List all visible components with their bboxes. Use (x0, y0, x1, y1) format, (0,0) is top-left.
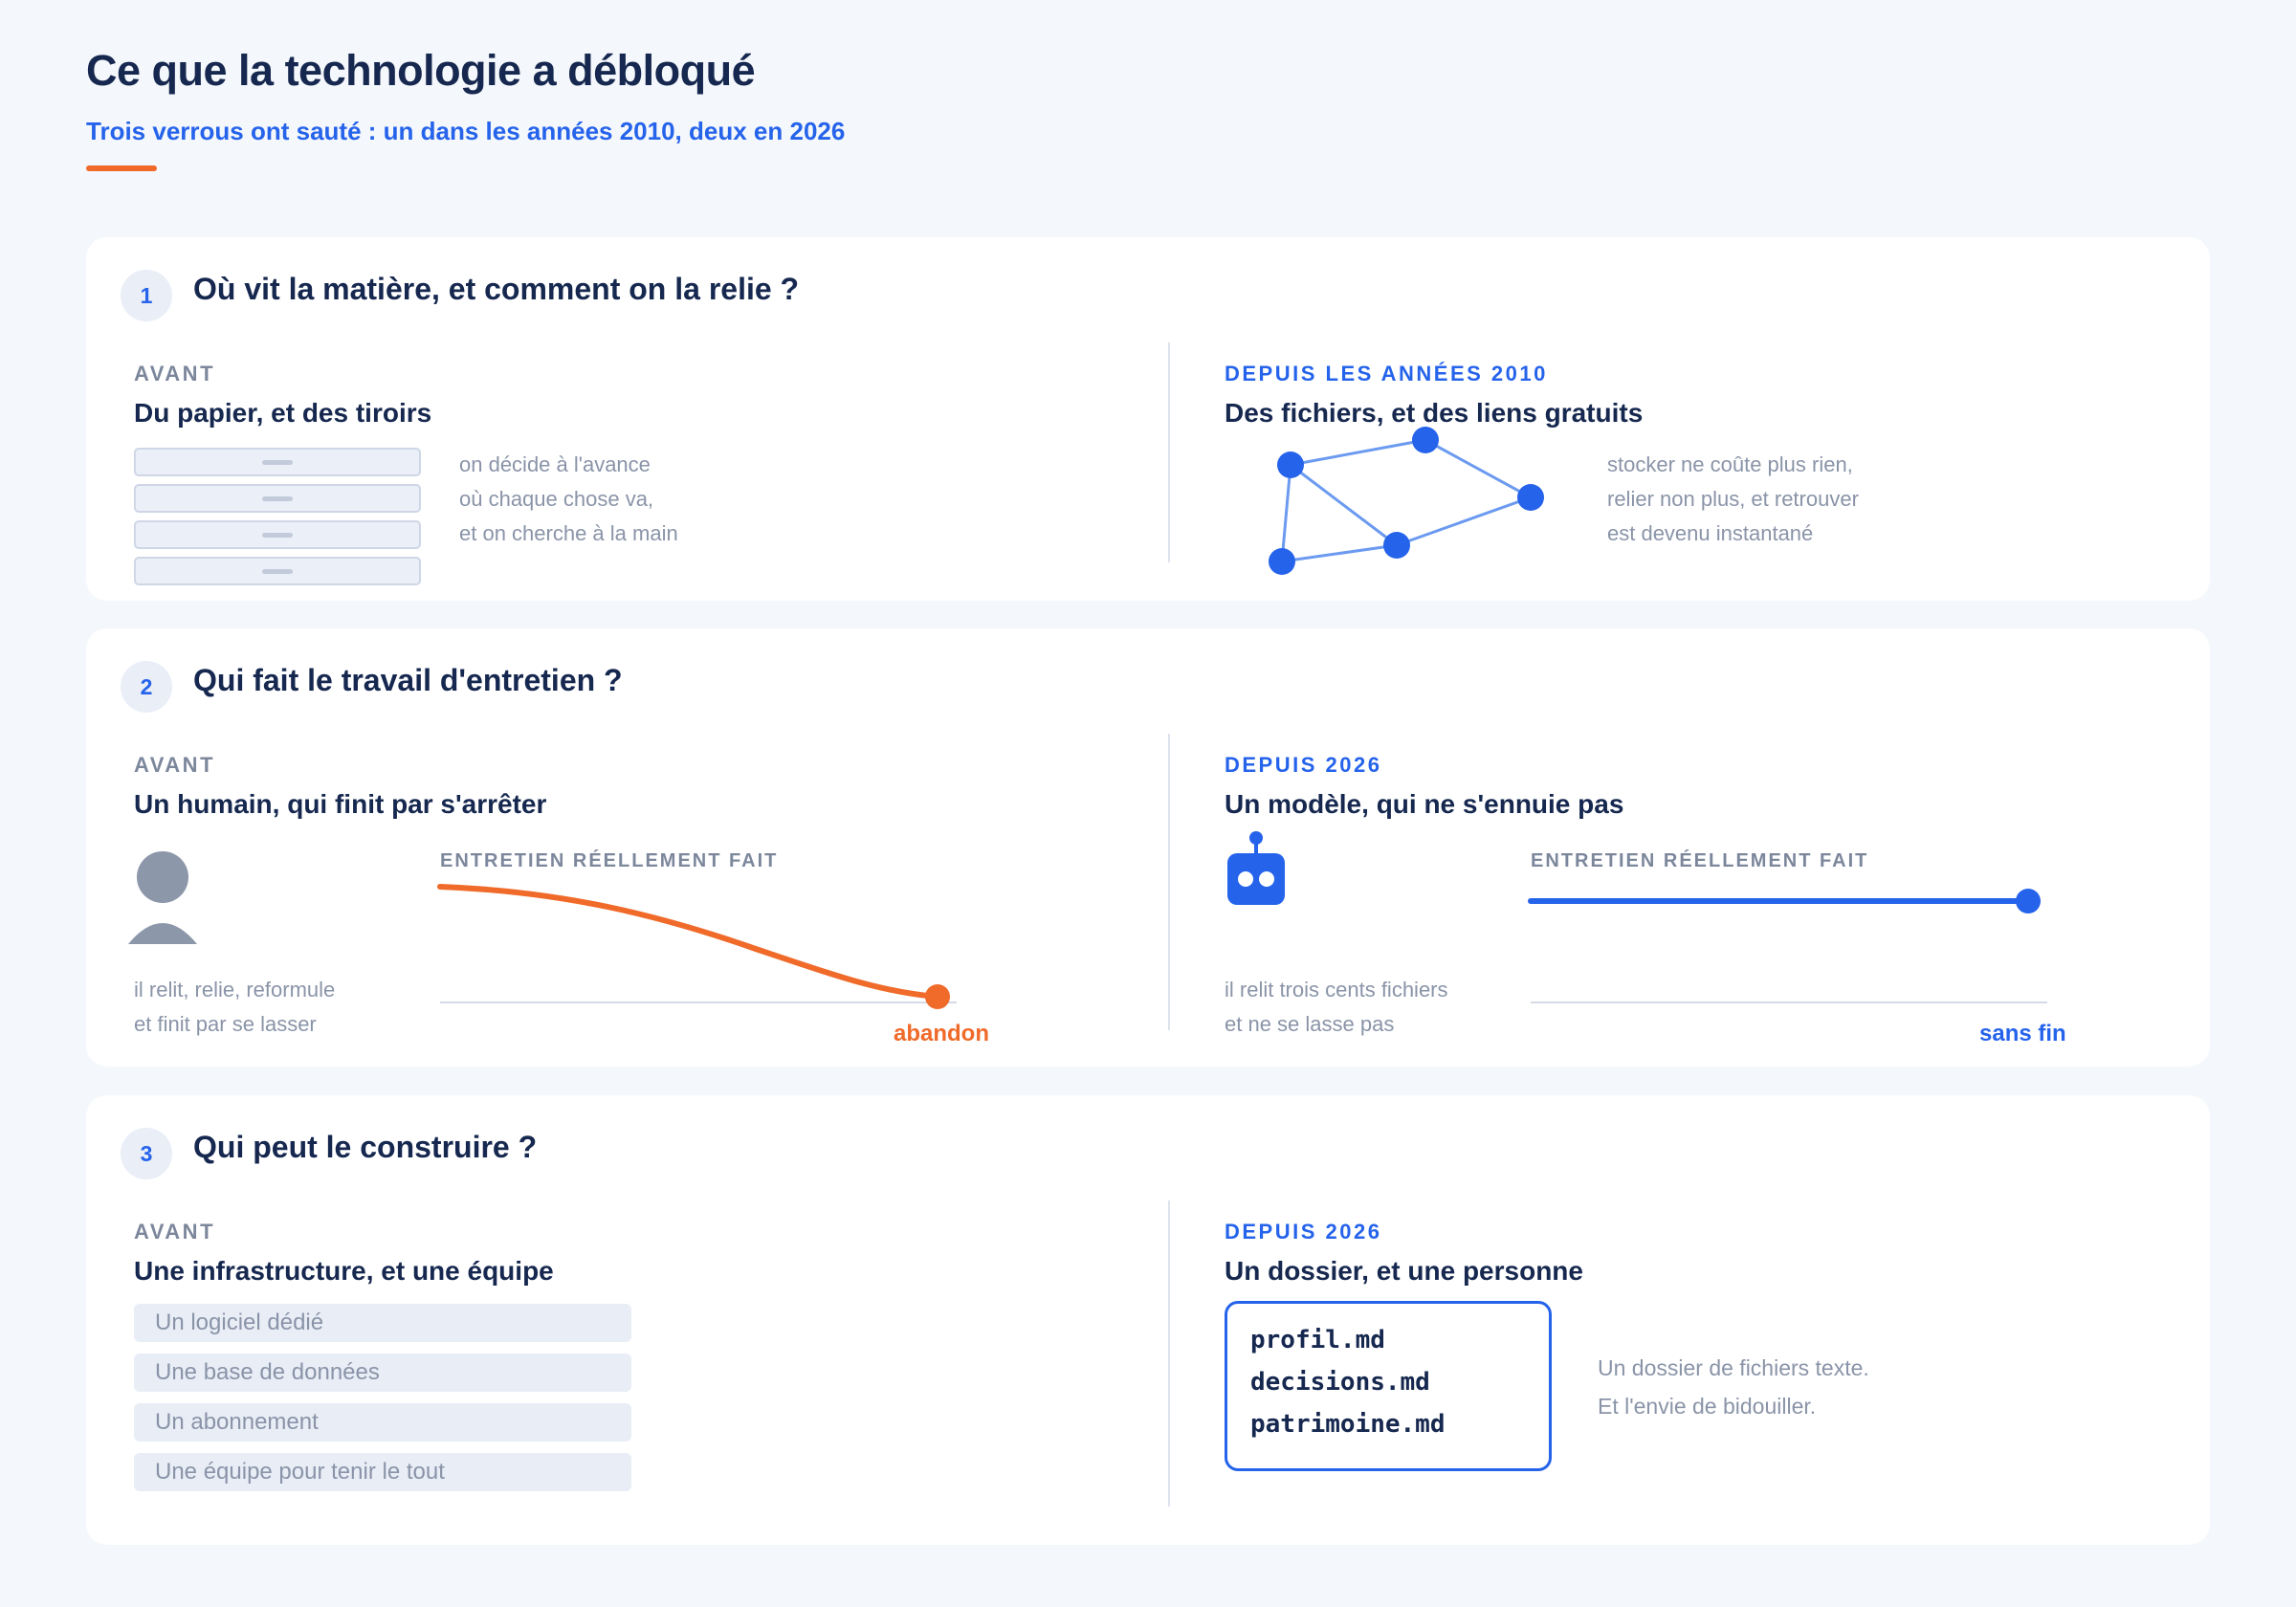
title-accent-bar (86, 165, 157, 171)
after-description: il relit trois cents fichiers et ne se l… (1225, 973, 1448, 1042)
after-description: stocker ne coûte plus rien, relier non p… (1607, 448, 1859, 551)
file-name: profil.md (1250, 1326, 1385, 1354)
graph-node (1269, 548, 1295, 575)
description-line: il relit trois cents fichiers (1225, 978, 1448, 1002)
graph-edge (1290, 438, 1426, 467)
graph-edge (1424, 438, 1532, 499)
graph-edge (1396, 495, 1532, 547)
description-line: relier non plus, et retrouver (1607, 487, 1859, 511)
before-title: Une infrastructure, et une équipe (134, 1256, 554, 1286)
graph-node (1517, 484, 1544, 511)
description-line: Et l'envie de bidouiller. (1598, 1394, 1817, 1419)
requirement-chip: Une base de données (134, 1354, 631, 1392)
page-subtitle: Trois verrous ont sauté : un dans les an… (86, 117, 846, 145)
description-line: est devenu instantané (1607, 521, 1814, 545)
page-title: Ce que la technologie a débloqué (86, 46, 756, 95)
before-kicker: AVANT (134, 1220, 216, 1244)
section-card-2: 2 Qui fait le travail d'entretien ? AVAN… (86, 628, 2210, 1067)
section-card-3: 3 Qui peut le construire ? AVANT Une inf… (86, 1095, 2210, 1545)
endless-label: sans fin (1979, 1021, 2066, 1046)
requirement-chip: Un abonnement (134, 1403, 631, 1442)
section-card-1: 1 Où vit la matière, et comment on la re… (86, 237, 2210, 601)
graph-edge (1290, 463, 1398, 547)
after-description: Un dossier de fichiers texte. Et l'envie… (1598, 1349, 1869, 1425)
column-divider (1168, 1200, 1170, 1507)
requirement-chip: Un logiciel dédié (134, 1304, 631, 1342)
file-name: decisions.md (1250, 1368, 1430, 1397)
graph-edge (1280, 464, 1292, 562)
graph-node (1412, 427, 1439, 453)
requirement-chip: Une équipe pour tenir le tout (134, 1453, 631, 1491)
description-line: et ne se lasse pas (1225, 1012, 1395, 1036)
endless-point (2016, 889, 2041, 914)
graph-node (1383, 532, 1410, 559)
description-line: Un dossier de fichiers texte. (1598, 1355, 1869, 1380)
node-graph-icon (1269, 427, 1544, 575)
after-title: Un dossier, et une personne (1225, 1256, 1583, 1286)
section-number-badge: 3 (121, 1128, 172, 1179)
maintenance-steady-chart (1528, 889, 2047, 1003)
section-title: Qui peut le construire ? (193, 1130, 538, 1164)
file-list-box: profil.md decisions.md patrimoine.md (1225, 1301, 1552, 1471)
after-kicker: DEPUIS 2026 (1225, 1220, 1382, 1244)
graph-edge (1281, 543, 1398, 563)
file-name: patrimoine.md (1250, 1410, 1446, 1439)
description-line: stocker ne coûte plus rien, (1607, 452, 1853, 476)
graph-node (1277, 451, 1304, 478)
